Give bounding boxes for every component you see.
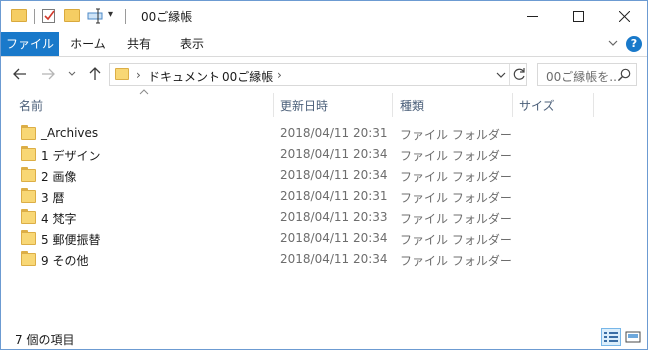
file-name: 2 画像 [41,170,77,184]
folder-icon [21,230,36,245]
toolbar-divider [34,9,35,24]
file-date: 2018/04/11 20:33 [280,210,388,224]
file-row[interactable]: 2 画像 2018/04/11 20:34 ファイル フォルダー [1,165,647,186]
file-date: 2018/04/11 20:34 [280,147,388,161]
column-divider[interactable] [593,93,594,117]
file-type: ファイル フォルダー [400,233,512,247]
file-date: 2018/04/11 20:31 [280,126,388,140]
file-name: 5 郵便振替 [41,233,101,247]
large-icons-view-icon [625,331,641,343]
file-row[interactable]: _Archives 2018/04/11 20:31 ファイル フォルダー [1,123,647,144]
folder-icon [21,125,36,140]
up-icon[interactable] [89,67,101,81]
folder-icon [21,209,36,224]
file-date: 2018/04/11 20:34 [280,168,388,182]
search-icon[interactable] [618,68,631,81]
customize-quick-access-icon[interactable]: ▾ [108,9,113,20]
ribbon-tabs: ファイル ホーム 共有 表示 ? [1,32,647,56]
file-name: 4 梵字 [41,212,77,226]
folder-icon [21,188,36,203]
file-row[interactable]: 3 暦 2018/04/11 20:31 ファイル フォルダー [1,186,647,207]
help-icon[interactable]: ? [626,36,642,52]
file-name: 3 暦 [41,191,65,205]
file-type: ファイル フォルダー [400,128,512,142]
close-icon [618,11,630,22]
file-name: 1 デザイン [41,149,101,163]
title-bar: ▾ 00ご縁帳 [1,1,647,32]
breadcrumb-separator[interactable]: › [210,68,215,82]
address-bar[interactable]: › ドキュメント › 00ご縁帳 › [109,63,527,86]
file-type: ファイル フォルダー [400,212,512,226]
folder-icon [115,68,129,80]
file-row[interactable]: 5 郵便振替 2018/04/11 20:34 ファイル フォルダー [1,228,647,249]
sort-ascending-icon [139,89,149,95]
refresh-icon[interactable] [513,67,526,81]
column-divider[interactable] [392,93,393,117]
maximize-button[interactable] [555,1,601,32]
tab-share[interactable]: 共有 [117,32,161,56]
tab-home[interactable]: ホーム [63,32,113,56]
breadcrumb-current-folder[interactable]: 00ご縁帳 [222,68,273,85]
file-type: ファイル フォルダー [400,149,512,163]
details-view-button[interactable] [601,328,621,346]
back-icon[interactable] [13,68,27,80]
maximize-icon [572,11,584,22]
folder-icon [21,167,36,182]
close-button[interactable] [601,1,647,32]
breadcrumb-separator[interactable]: › [136,68,141,82]
navigation-bar: › ドキュメント › 00ご縁帳 › 00ご縁帳を... [1,57,647,93]
column-divider[interactable] [273,93,274,117]
tab-file[interactable]: ファイル [1,32,59,56]
file-date: 2018/04/11 20:34 [280,231,388,245]
file-row[interactable]: 4 梵字 2018/04/11 20:33 ファイル フォルダー [1,207,647,228]
search-placeholder: 00ご縁帳を... [546,70,621,84]
status-bar: 7 個の項目 [1,325,647,349]
column-header-date[interactable]: 更新日時 [280,97,328,114]
new-folder-icon[interactable] [64,9,80,22]
address-divider [509,64,510,85]
file-name: _Archives [41,126,99,140]
forward-icon[interactable] [41,68,55,80]
minimize-button[interactable] [509,1,555,32]
file-date: 2018/04/11 20:31 [280,189,388,203]
column-divider[interactable] [512,93,513,117]
minimize-icon [526,16,538,17]
expand-ribbon-icon[interactable] [608,40,618,47]
tab-view[interactable]: 表示 [167,32,217,56]
column-header-name[interactable]: 名前 [19,97,43,114]
file-type: ファイル フォルダー [400,170,512,184]
column-header-type[interactable]: 種類 [400,97,424,114]
file-date: 2018/04/11 20:34 [280,252,388,266]
details-view-icon [604,332,618,342]
folder-icon [11,9,27,22]
column-header-row: 名前 更新日時 種類 サイズ [1,89,647,117]
file-type: ファイル フォルダー [400,191,512,205]
rename-icon[interactable] [87,8,105,24]
address-dropdown-icon[interactable] [496,72,506,79]
file-row[interactable]: 9 その他 2018/04/11 20:34 ファイル フォルダー [1,249,647,270]
column-header-size[interactable]: サイズ [519,97,555,114]
properties-icon[interactable] [41,7,57,24]
explorer-window: ▾ 00ご縁帳 ファイル ホーム 共有 表示 ? › ドキュメント › 00ご縁… [0,0,648,350]
file-row[interactable]: 1 デザイン 2018/04/11 20:34 ファイル フォルダー [1,144,647,165]
window-title: 00ご縁帳 [141,10,193,24]
file-name: 9 その他 [41,254,89,268]
item-count: 7 個の項目 [15,333,75,347]
breadcrumb-separator[interactable]: › [277,68,282,82]
folder-icon [21,251,36,266]
large-icons-view-button[interactable] [623,328,643,346]
folder-icon [21,146,36,161]
file-type: ファイル フォルダー [400,254,512,268]
recent-locations-icon[interactable] [68,71,76,77]
toolbar-divider [125,9,126,24]
search-box[interactable]: 00ご縁帳を... [537,63,637,86]
